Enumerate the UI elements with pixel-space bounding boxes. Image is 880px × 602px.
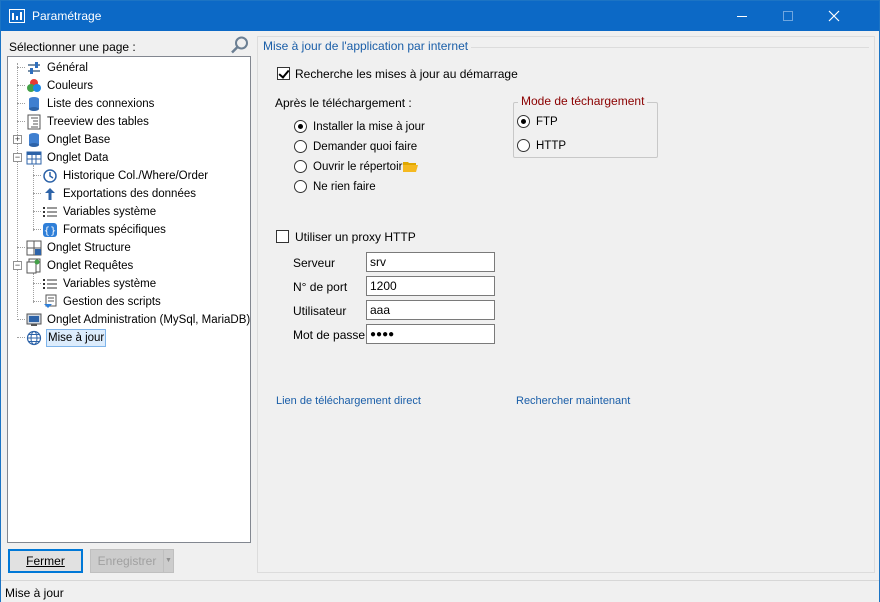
user-label: Utilisateur	[293, 304, 347, 318]
check-updates-label[interactable]: Recherche les mises à jour au démarrage	[295, 67, 518, 81]
radio-ouvrir[interactable]	[294, 160, 307, 173]
password-input[interactable]: ●●●●	[366, 324, 495, 344]
svg-text:{}: {}	[44, 226, 57, 237]
option-ftp[interactable]: FTP	[536, 116, 558, 128]
history-icon	[43, 169, 57, 183]
query-icon	[26, 258, 41, 274]
collapse-onglet-data[interactable]: −	[13, 153, 22, 162]
password-label: Mot de passe	[293, 328, 366, 342]
admin-icon	[26, 313, 42, 326]
close-icon	[828, 10, 840, 22]
search-icon[interactable]	[230, 35, 250, 55]
minimize-button[interactable]	[719, 1, 765, 31]
window-title: Paramétrage	[32, 9, 102, 23]
option-installer[interactable]: Installer la mise à jour	[313, 121, 425, 133]
dropdown-arrow-icon: ▼	[163, 550, 173, 572]
minimize-icon	[737, 16, 747, 17]
treeview-icon	[27, 114, 41, 130]
database-icon	[29, 97, 39, 111]
maximize-icon	[783, 11, 793, 21]
radio-demander[interactable]	[294, 140, 307, 153]
script-icon	[44, 294, 57, 308]
radio-http[interactable]	[517, 139, 530, 152]
after-download-label: Après le téléchargement :	[275, 96, 412, 110]
radio-rien[interactable]	[294, 180, 307, 193]
fermer-button[interactable]: Fermer	[8, 549, 83, 573]
server-label: Serveur	[293, 256, 336, 270]
option-ouvrir[interactable]: Ouvrir le répertoire	[313, 161, 409, 173]
collapse-onglet-requetes[interactable]: −	[13, 261, 22, 270]
settings-window: Paramétrage Sélectionner une page : + − …	[0, 0, 880, 602]
grid-icon	[26, 151, 42, 165]
export-arrow-icon	[45, 188, 55, 200]
user-input[interactable]	[366, 300, 495, 320]
folder-open-icon[interactable]	[402, 160, 419, 173]
search-now-link[interactable]: Rechercher maintenant	[516, 395, 630, 407]
check-updates-checkbox[interactable]	[277, 67, 290, 80]
palette-icon	[27, 79, 41, 92]
option-http[interactable]: HTTP	[536, 140, 566, 152]
maximize-button	[765, 1, 811, 31]
page-tree[interactable]: + − − Général Couleurs Liste des connexi…	[7, 56, 251, 543]
download-mode-group	[513, 102, 658, 158]
list-icon	[43, 279, 57, 289]
app-equalizer-icon	[9, 9, 25, 23]
download-mode-title: Mode de téchargement	[518, 94, 648, 108]
use-proxy-label[interactable]: Utiliser un proxy HTTP	[295, 230, 416, 244]
section-title: Mise à jour de l'application par interne…	[260, 39, 472, 53]
option-rien[interactable]: Ne rien faire	[313, 181, 376, 193]
server-input[interactable]	[366, 252, 495, 272]
list-icon	[43, 207, 57, 217]
port-input[interactable]	[366, 276, 495, 296]
direct-download-link[interactable]: Lien de téléchargement direct	[276, 395, 421, 407]
braces-icon: {}	[43, 223, 57, 237]
database-icon	[29, 133, 39, 147]
structure-icon	[26, 240, 42, 256]
radio-ftp[interactable]	[517, 115, 530, 128]
title-bar[interactable]: Paramétrage	[1, 1, 879, 31]
close-window-button[interactable]	[811, 1, 857, 31]
enregistrer-button: Enregistrer ▼	[90, 549, 174, 573]
globe-icon	[26, 330, 42, 346]
general-icon	[28, 62, 40, 74]
option-demander[interactable]: Demander quoi faire	[313, 141, 417, 153]
status-bar: Mise à jour	[1, 580, 879, 602]
expand-onglet-base[interactable]: +	[13, 135, 22, 144]
port-label: N° de port	[293, 280, 348, 294]
use-proxy-checkbox[interactable]	[276, 230, 289, 243]
radio-installer[interactable]	[294, 120, 307, 133]
status-text: Mise à jour	[5, 586, 64, 600]
page-select-label: Sélectionner une page :	[9, 40, 136, 54]
